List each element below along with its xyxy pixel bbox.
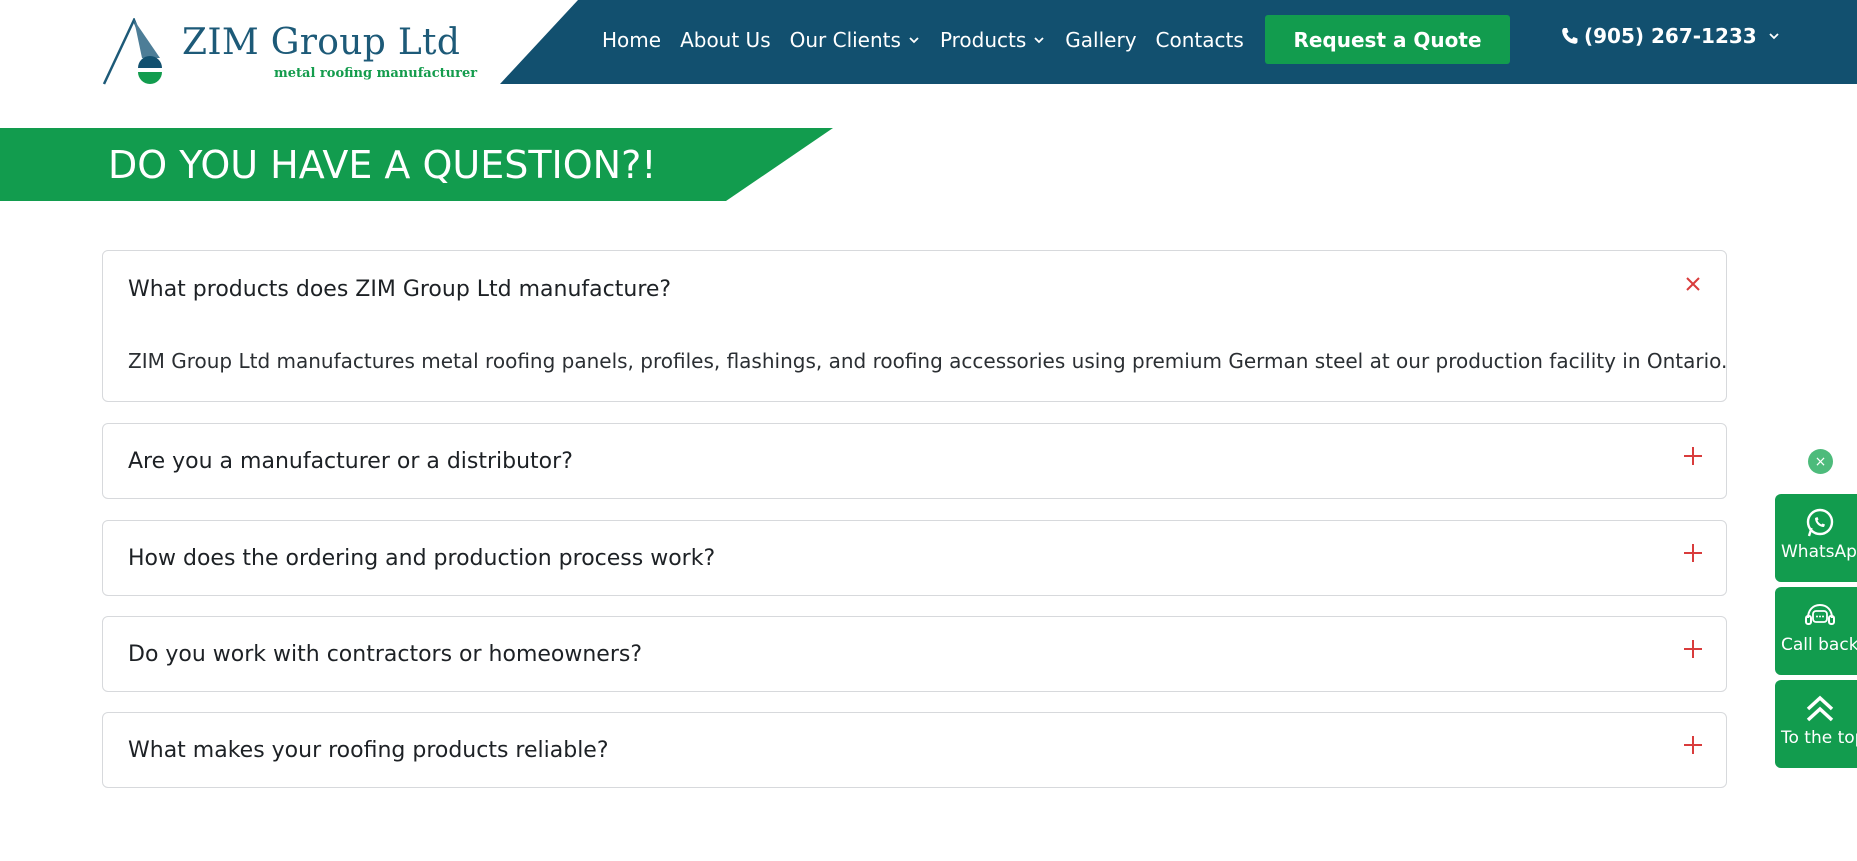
request-quote-button[interactable]: Request a Quote [1265,15,1510,64]
chevron-down-icon [1769,33,1779,40]
faq-question: What products does ZIM Group Ltd manufac… [128,277,672,302]
nav-item-contacts[interactable]: Contacts [1156,28,1244,52]
faq-item[interactable]: What makes your roofing products reliabl… [102,712,1727,788]
close-icon[interactable] [1682,273,1704,295]
brand-tagline: metal roofing manufacturer [274,66,478,81]
site-header: ZIM Group Ltd metal roofing manufacturer… [0,0,1857,85]
whatsapp-label: WhatsApp [1781,542,1857,562]
nav-label: Our Clients [789,28,901,52]
faq-answer: ZIM Group Ltd manufactures metal roofing… [128,349,1728,373]
chevron-down-icon [909,37,919,44]
headset-icon [1805,603,1835,625]
nav-label: Contacts [1155,28,1244,52]
faq-item[interactable]: Are you a manufacturer or a distributor? [102,423,1727,499]
faq-question: Are you a manufacturer or a distributor? [128,449,573,474]
callback-button[interactable]: Call back [1775,587,1857,675]
plus-icon[interactable] [1682,638,1704,660]
plus-icon[interactable] [1682,445,1704,467]
faq-question: What makes your roofing products reliabl… [128,738,609,763]
nav-item-gallery[interactable]: Gallery [1065,28,1136,52]
chevron-down-icon [1034,37,1044,44]
nav-label: Home [602,28,662,52]
phone-number: (905) 267-1233 [1584,24,1757,48]
phone-dropdown[interactable]: (905) 267-1233 [1560,24,1781,48]
faq-question: Do you work with contractors or homeowne… [128,642,643,667]
whatsapp-button[interactable]: WhatsApp [1775,494,1857,582]
section-title: DO YOU HAVE A QUESTION?! [108,143,657,187]
logo[interactable]: ZIM Group Ltd metal roofing manufacturer [102,18,477,88]
scroll-top-button[interactable]: To the top [1775,680,1857,768]
plus-icon[interactable] [1682,734,1704,756]
brand-name: ZIM Group Ltd [182,22,461,63]
logo-icon [102,18,162,85]
faq-question: How does the ordering and production pro… [128,546,716,571]
faq-item[interactable]: How does the ordering and production pro… [102,520,1727,596]
double-chevron-up-icon [1806,695,1834,722]
nav-label: Products [939,28,1027,52]
faq-item[interactable]: What products does ZIM Group Ltd manufac… [102,250,1727,402]
nav-item-about[interactable]: About Us [680,28,771,52]
scroll-top-label: To the top [1781,728,1857,748]
phone-icon [1562,28,1578,44]
faq-item[interactable]: Do you work with contractors or homeowne… [102,616,1727,692]
nav-item-home[interactable]: Home [602,28,661,52]
widget-close-button[interactable]: × [1808,449,1833,474]
whatsapp-icon [1806,508,1834,537]
callback-label: Call back [1781,635,1857,655]
nav-label: About Us [680,28,771,52]
main-nav: Home About Us Our Clients Products Galle… [602,0,1263,80]
nav-item-clients[interactable]: Our Clients [790,28,921,52]
plus-icon[interactable] [1682,542,1704,564]
nav-label: Gallery [1065,28,1137,52]
nav-item-products[interactable]: Products [940,28,1046,52]
